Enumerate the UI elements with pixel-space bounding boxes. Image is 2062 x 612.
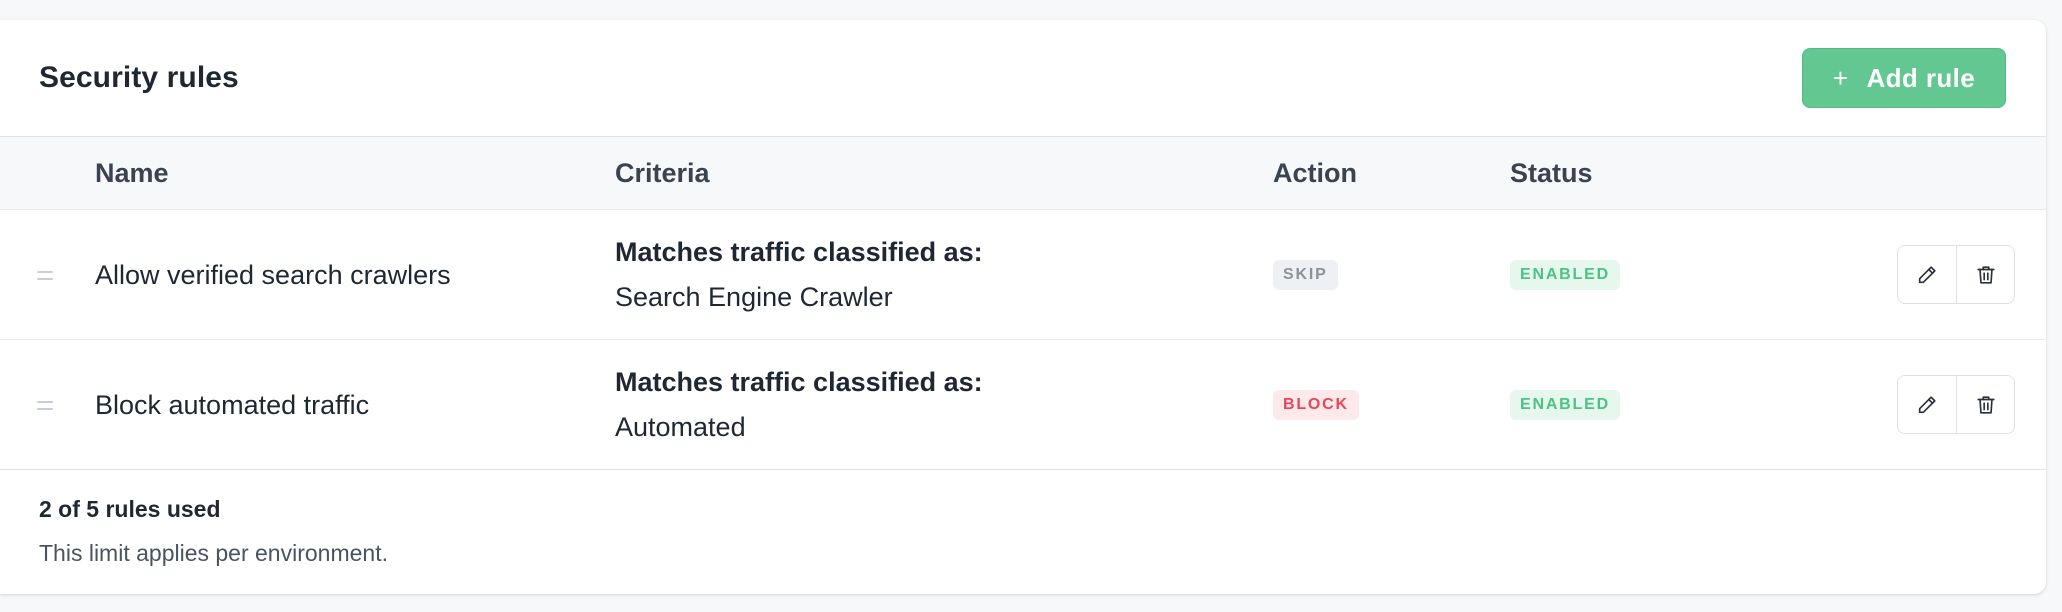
card-footer: 2 of 5 rules used This limit applies per… [0,470,2046,593]
column-header-criteria: Criteria [615,158,710,188]
edit-rule-button[interactable] [1898,246,1956,303]
pencil-icon [1918,395,1936,413]
add-rule-button[interactable]: + Add rule [1802,48,2006,108]
rule-criteria: Matches traffic classified as: Search En… [615,210,983,340]
rule-name: Allow verified search crawlers [95,259,451,290]
delete-rule-button[interactable] [1956,376,2014,433]
security-rules-card: Security rules + Add rule Name Criteria … [0,20,2046,594]
table-row: Block automated traffic Matches traffic … [0,340,2046,470]
trash-icon [1976,265,1995,284]
row-actions [1897,245,2015,304]
edit-rule-button[interactable] [1898,376,1956,433]
criteria-label: Matches traffic classified as: [615,237,983,267]
pencil-icon [1918,265,1936,283]
row-actions [1897,375,2015,434]
criteria-value: Automated [615,412,746,442]
rule-criteria: Matches traffic classified as: Automated [615,340,983,470]
status-badge: ENABLED [1510,390,1620,420]
rule-status: ENABLED [1510,340,1620,470]
rule-name: Block automated traffic [95,389,370,420]
drag-handle-icon[interactable] [37,340,53,470]
rule-action: BLOCK [1273,340,1359,470]
add-rule-label: Add rule [1866,62,1976,93]
drag-handle-icon[interactable] [37,210,53,340]
trash-icon [1976,395,1995,414]
criteria-label: Matches traffic classified as: [615,367,983,397]
action-badge: BLOCK [1273,390,1359,420]
delete-rule-button[interactable] [1956,246,2014,303]
rule-action: SKIP [1273,210,1338,340]
rule-status: ENABLED [1510,210,1620,340]
table-header: Name Criteria Action Status [0,137,2046,210]
plus-icon: + [1832,62,1849,93]
limit-note: This limit applies per environment. [39,540,388,566]
column-header-name: Name [95,158,169,188]
rules-usage: 2 of 5 rules used [39,496,221,522]
table-row: Allow verified search crawlers Matches t… [0,210,2046,340]
status-badge: ENABLED [1510,260,1620,290]
action-badge: SKIP [1273,260,1338,290]
page-title: Security rules [39,61,239,94]
criteria-value: Search Engine Crawler [615,282,893,312]
card-header: Security rules + Add rule [0,20,2046,137]
column-header-action: Action [1273,158,1357,188]
column-header-status: Status [1510,158,1593,188]
